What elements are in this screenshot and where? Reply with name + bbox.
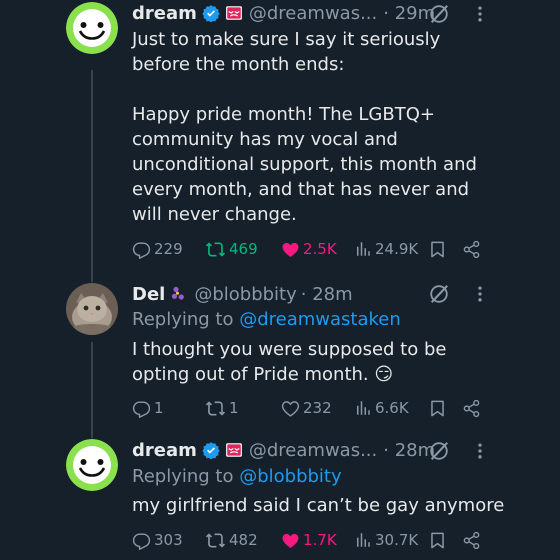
verified-badge-icon bbox=[202, 4, 220, 22]
del-avatar[interactable] bbox=[66, 283, 118, 335]
share-button[interactable] bbox=[462, 395, 484, 421]
reply-button[interactable]: 229 bbox=[132, 236, 183, 262]
flower-badge-icon bbox=[170, 285, 188, 303]
retweet-icon bbox=[205, 398, 226, 419]
retweet-count: 482 bbox=[229, 531, 258, 549]
display-name[interactable]: dream bbox=[132, 3, 197, 24]
more-options-icon[interactable] bbox=[470, 284, 490, 304]
retweet-button[interactable]: 1 bbox=[205, 395, 239, 421]
bookmark-icon bbox=[428, 531, 447, 550]
mask-badge-icon bbox=[225, 441, 243, 459]
tweet-actions: 303 482 1.7K 30.7K bbox=[132, 527, 484, 553]
retweet-button[interactable]: 482 bbox=[205, 527, 258, 553]
views-button[interactable]: 30.7K bbox=[354, 527, 418, 553]
views-button[interactable]: 24.9K bbox=[354, 236, 418, 262]
retweet-count: 1 bbox=[229, 399, 239, 417]
verified-badge-icon bbox=[202, 441, 220, 459]
reply-button[interactable]: 303 bbox=[132, 527, 183, 553]
timestamp[interactable]: · 28m bbox=[301, 284, 353, 305]
reply-button[interactable]: 1 bbox=[132, 395, 164, 421]
replying-to-mention[interactable]: @blobbbity bbox=[239, 466, 341, 487]
like-count: 232 bbox=[303, 399, 332, 417]
like-button[interactable]: 2.5K bbox=[281, 236, 337, 262]
replying-to-mention[interactable]: @dreamwastaken bbox=[239, 309, 401, 330]
more-options-icon[interactable] bbox=[470, 4, 490, 24]
tweet-header: dream @dreamwas... · 28m bbox=[132, 437, 435, 463]
reply-count: 303 bbox=[154, 531, 183, 549]
bookmark-icon bbox=[428, 240, 447, 259]
reply-icon bbox=[132, 399, 151, 418]
like-count: 1.7K bbox=[303, 531, 337, 549]
retweet-count: 469 bbox=[229, 240, 258, 258]
user-handle[interactable]: @dreamwas... bbox=[249, 3, 377, 24]
like-button[interactable]: 232 bbox=[281, 395, 332, 421]
dream-avatar[interactable] bbox=[66, 2, 118, 54]
views-icon bbox=[354, 240, 372, 258]
display-name[interactable]: dream bbox=[132, 440, 197, 461]
heart-icon bbox=[281, 531, 300, 550]
views-button[interactable]: 6.6K bbox=[354, 395, 409, 421]
tweet-header: Del @blobbbity · 28m bbox=[132, 281, 353, 307]
reply-icon bbox=[132, 531, 151, 550]
tweet-text: my girlfriend said I can’t be gay anymor… bbox=[132, 495, 505, 516]
grok-icon[interactable] bbox=[428, 283, 450, 305]
share-icon bbox=[462, 399, 481, 418]
dream-avatar[interactable] bbox=[66, 439, 118, 491]
tweet-actions: 229 469 2.5K 24.9K bbox=[132, 236, 484, 262]
display-name[interactable]: Del bbox=[132, 284, 165, 305]
like-count: 2.5K bbox=[303, 240, 337, 258]
view-count: 6.6K bbox=[375, 399, 409, 417]
share-icon bbox=[462, 531, 481, 550]
user-handle[interactable]: @dreamwas... bbox=[249, 440, 377, 461]
share-button[interactable] bbox=[462, 527, 484, 553]
bookmark-button[interactable] bbox=[428, 395, 450, 421]
reply-count: 229 bbox=[154, 240, 183, 258]
replying-to-line: Replying to @blobbbity bbox=[132, 466, 342, 487]
mask-badge-icon bbox=[225, 4, 243, 22]
share-button[interactable] bbox=[462, 236, 484, 262]
grok-icon[interactable] bbox=[428, 440, 450, 462]
heart-outline-icon bbox=[281, 399, 300, 418]
retweet-icon bbox=[205, 239, 226, 260]
reply-icon bbox=[132, 240, 151, 259]
bookmark-icon bbox=[428, 399, 447, 418]
like-button[interactable]: 1.7K bbox=[281, 527, 337, 553]
user-handle[interactable]: @blobbbity bbox=[194, 284, 296, 305]
bookmark-button[interactable] bbox=[428, 236, 450, 262]
tweet-actions: 1 1 232 6.6K bbox=[132, 395, 484, 421]
retweet-button[interactable]: 469 bbox=[205, 236, 258, 262]
bookmark-button[interactable] bbox=[428, 527, 450, 553]
share-icon bbox=[462, 240, 481, 259]
replying-to-line: Replying to @dreamwastaken bbox=[132, 309, 401, 330]
reply-count: 1 bbox=[154, 399, 164, 417]
tweet-header: dream @dreamwas... · 29m bbox=[132, 0, 435, 26]
heart-icon bbox=[281, 240, 300, 259]
replying-to-label: Replying to bbox=[132, 466, 240, 487]
view-count: 30.7K bbox=[375, 531, 419, 549]
tweet-text: I thought you were supposed to be opting… bbox=[132, 339, 453, 385]
replying-to-label: Replying to bbox=[132, 309, 240, 330]
grok-icon[interactable] bbox=[428, 3, 450, 25]
retweet-icon bbox=[205, 530, 226, 551]
views-icon bbox=[354, 399, 372, 417]
tweet-text: Just to make sure I say it seriously bef… bbox=[132, 29, 477, 225]
thread-line-2 bbox=[91, 342, 93, 438]
view-count: 24.9K bbox=[375, 240, 419, 258]
more-options-icon[interactable] bbox=[470, 441, 490, 461]
thread-line-1 bbox=[91, 70, 93, 282]
views-icon bbox=[354, 531, 372, 549]
